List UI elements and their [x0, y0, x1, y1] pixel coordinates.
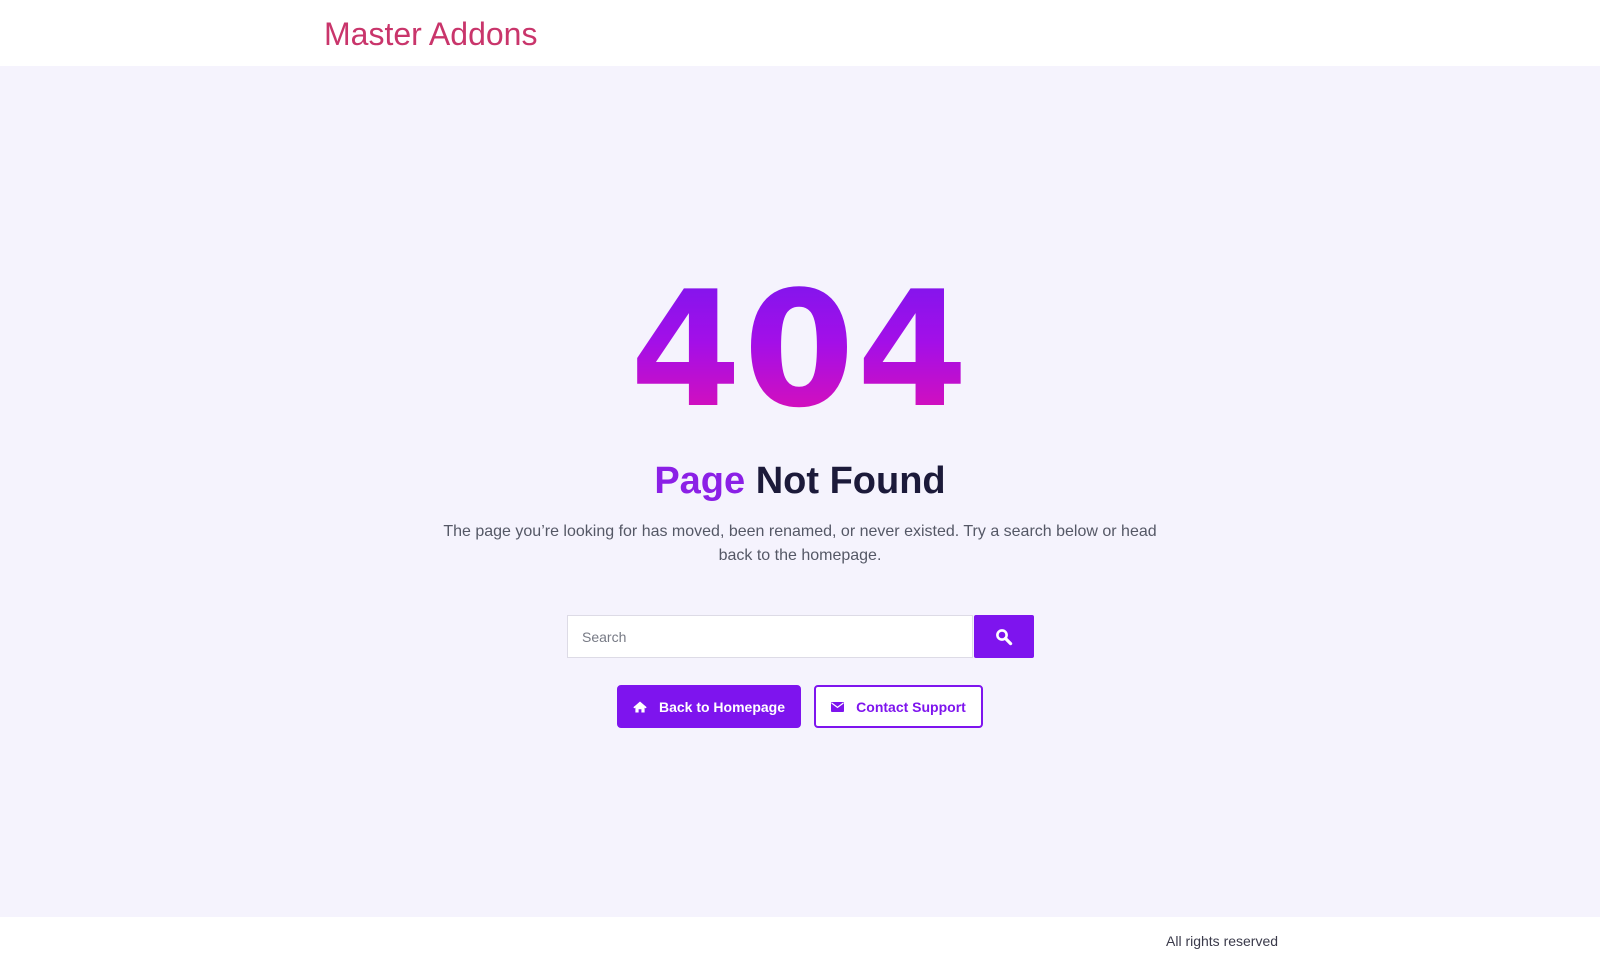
search-icon: [995, 628, 1013, 646]
error-description: The page you’re looking for has moved, b…: [443, 523, 1157, 564]
site-header: Master Addons: [0, 0, 1600, 66]
back-to-homepage-label: Back to Homepage: [658, 698, 786, 715]
main-content: 404 Page Not Found The page you’re looki…: [0, 66, 1600, 917]
search-input[interactable]: [567, 615, 973, 658]
page-heading: Page Not Found: [0, 458, 1600, 504]
site-footer: All rights reserved: [0, 917, 1600, 967]
search-button[interactable]: [974, 615, 1034, 658]
envelope-icon: [831, 701, 845, 712]
back-to-homepage-button[interactable]: Back to Homepage: [617, 685, 801, 728]
heading-accent: Page: [654, 460, 746, 502]
search-form: [567, 615, 1034, 658]
home-icon: [633, 701, 647, 713]
contact-support-button[interactable]: Contact Support: [814, 685, 983, 728]
footer-copyright: All rights reserved: [1166, 933, 1279, 949]
heading-rest: Not Found: [755, 460, 946, 502]
contact-support-label: Contact Support: [856, 698, 966, 715]
error-code: 404: [0, 270, 1600, 430]
site-title-link[interactable]: Master Addons: [324, 14, 537, 54]
